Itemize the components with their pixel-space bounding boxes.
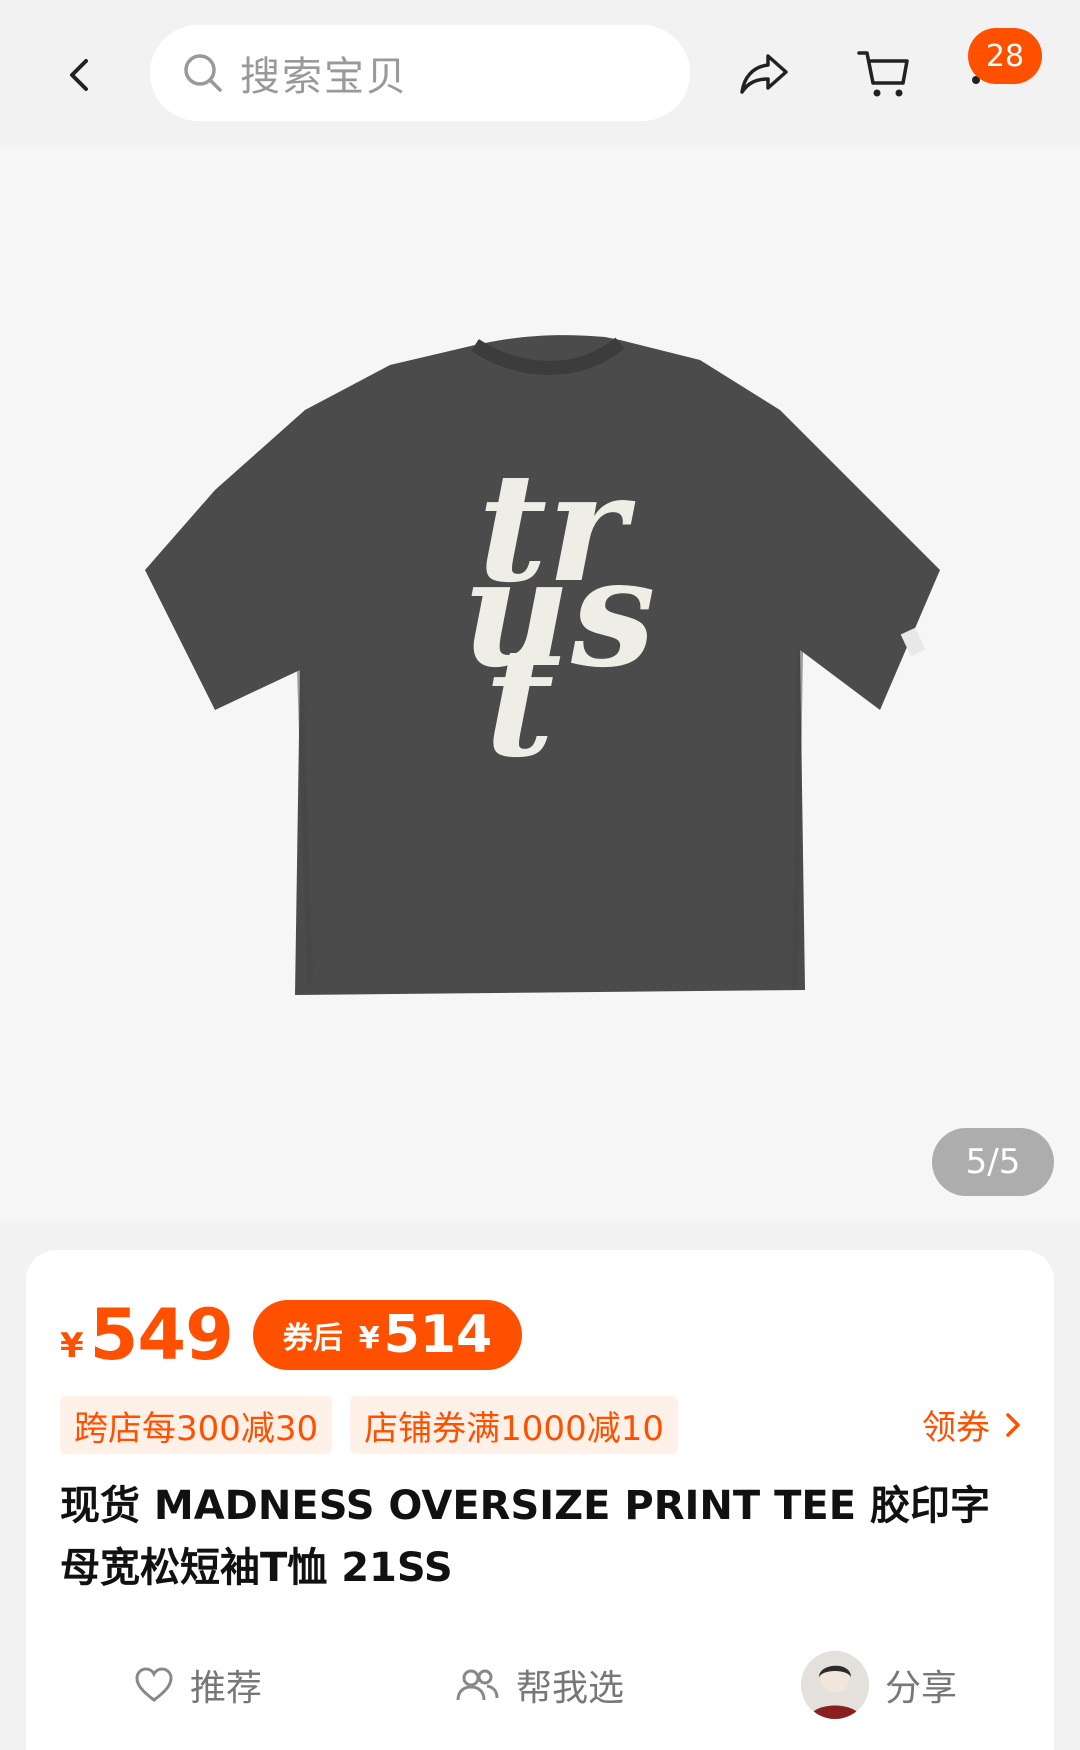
promotion-tag[interactable]: 店铺券满1000减10 [350, 1396, 678, 1454]
product-title: 现货 MADNESS OVERSIZE PRINT TEE 胶印字母宽松短袖T恤… [60, 1483, 990, 1591]
search-icon [184, 54, 222, 92]
claim-coupon-label: 领券 [922, 1408, 990, 1448]
price: 549 [89, 1294, 234, 1376]
share-arrow-icon [740, 54, 788, 94]
share-label: 分享 [885, 1668, 958, 1709]
avatar [801, 1651, 869, 1719]
cart-icon [857, 51, 909, 97]
help-me-choose-label: 帮我选 [516, 1668, 625, 1709]
product-tshirt-image: tr us t [0, 145, 1080, 1223]
product-actions: 推荐 帮我选 分享 [26, 1640, 1054, 1730]
product-info-card: ¥ 549 券后 ¥ 514 跨店每300减30 店铺券满1000减10 领券 … [26, 1250, 1054, 1750]
help-me-choose-button[interactable]: 帮我选 [454, 1640, 624, 1730]
share-button[interactable] [730, 40, 798, 108]
promotion-tag[interactable]: 跨店每300减30 [60, 1396, 333, 1454]
recommend-label: 推荐 [190, 1668, 263, 1709]
chevron-right-icon [1006, 1412, 1020, 1437]
print-line-3: t [485, 615, 554, 791]
gallery-page-indicator: 5/5 [932, 1128, 1054, 1196]
after-coupon-currency: ¥ [358, 1320, 380, 1356]
back-button[interactable] [50, 45, 110, 105]
people-icon [456, 1669, 499, 1701]
claim-coupon-button[interactable]: 领券 [922, 1400, 1024, 1449]
cart-button[interactable] [850, 40, 918, 108]
top-bar: 搜索宝贝 28 [0, 0, 1080, 145]
after-coupon-label: 券后 [282, 1321, 343, 1356]
product-image-gallery[interactable]: tr us t 5/5 [0, 145, 1080, 1223]
price-currency: ¥ [60, 1326, 84, 1366]
share-to-friend-button[interactable]: 分享 [801, 1640, 957, 1730]
recommend-button[interactable]: 推荐 [134, 1640, 262, 1730]
heart-icon [135, 1667, 173, 1702]
promotion-tags: 跨店每300减30 店铺券满1000减10 [60, 1396, 696, 1454]
after-coupon-price: 514 [383, 1305, 493, 1365]
chevron-left-icon [70, 59, 88, 91]
cart-count-badge: 28 [968, 28, 1042, 84]
price-row: ¥ 549 券后 ¥ 514 [60, 1290, 523, 1380]
search-placeholder: 搜索宝贝 [240, 54, 408, 100]
after-coupon-price-badge: 券后 ¥ 514 [252, 1300, 523, 1370]
search-bar[interactable]: 搜索宝贝 [150, 25, 690, 121]
